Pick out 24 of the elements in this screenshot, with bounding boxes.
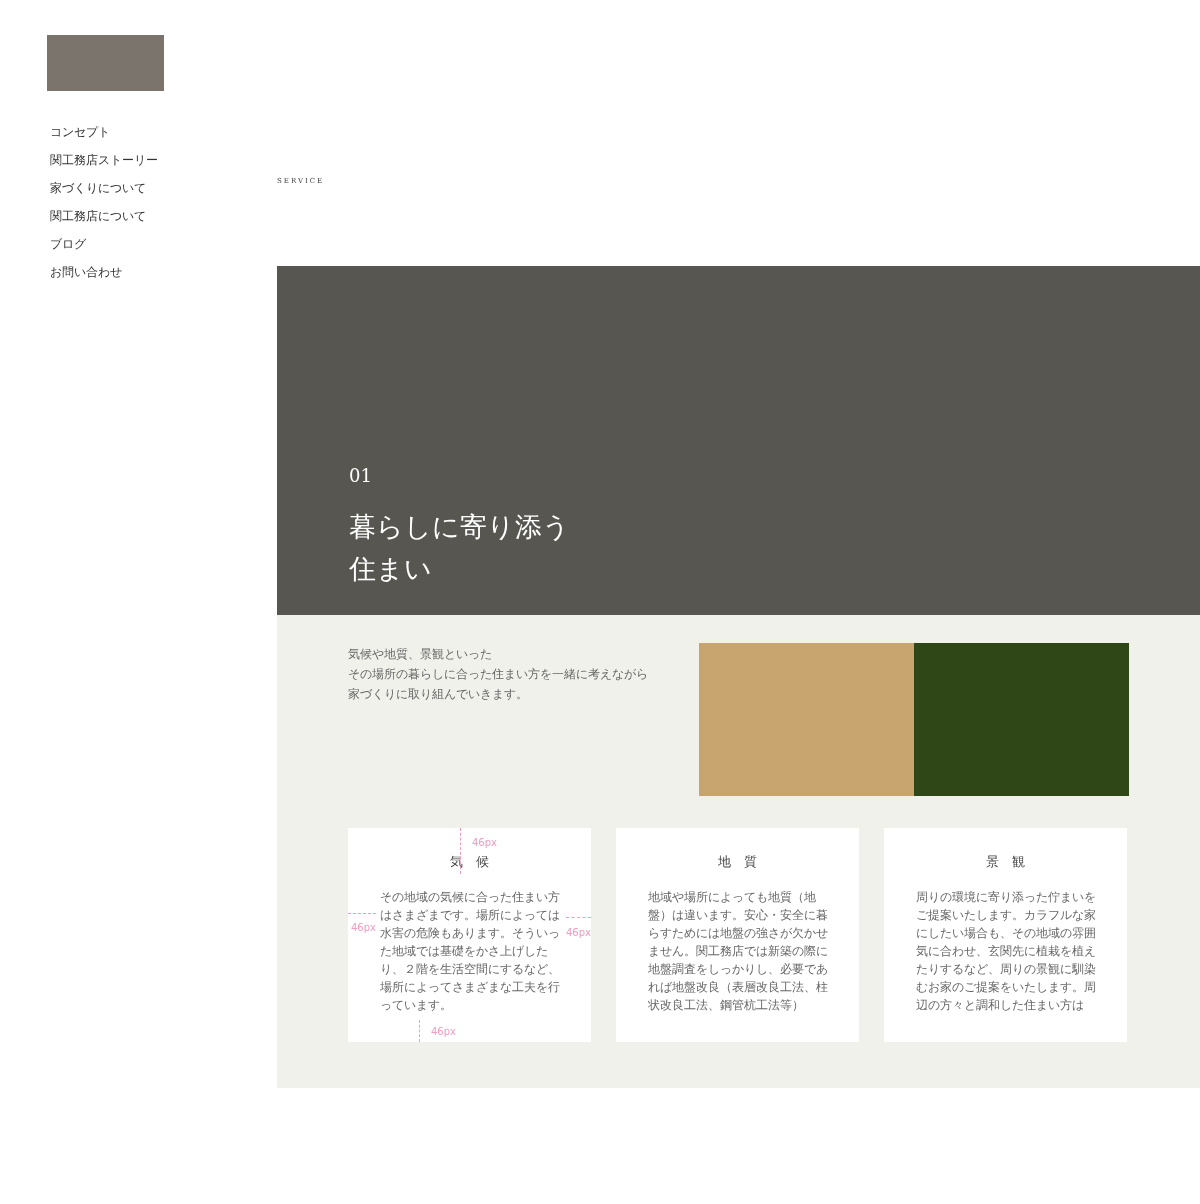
card-text: その地域の気候に合った住まい方はさまざまです。場所によっては水害の危険もあります。そういった地域では基礎をかさ上げしたり、２階を生活空間にするなど、場所によってさまざまな工夫を行っています。 <box>380 889 561 1014</box>
nav-link[interactable]: コンセプト <box>50 125 110 139</box>
dimension-line <box>348 913 376 914</box>
hero-title: 暮らしに寄り添う 住まい <box>349 510 570 586</box>
dimension-line <box>419 1020 420 1042</box>
dimension-label: 46px <box>431 1026 456 1038</box>
nav-link[interactable]: お問い合わせ <box>50 265 122 279</box>
card-text: 周りの環境に寄り添った佇まいをご提案いたします。カラフルな家にしたい場合も、その地域の雰囲気に合わせ、玄関先に植栽を植えたりするなど、周りの景観に馴染むお家のご提案をいたします。周辺の方々と調和した住まい方は <box>916 889 1097 1014</box>
dimension-label: 46px <box>351 922 376 934</box>
intro-paragraph: 気候や地質、景観といった その場所の暮らしに合った住まい方を一緒に考えながら 家づくりに取り組んでいきます。 <box>348 646 649 703</box>
nav-link[interactable]: 関工務店ストーリー <box>50 153 158 167</box>
dimension-line <box>566 917 591 918</box>
nav-link[interactable]: 関工務店について <box>50 209 146 223</box>
logo-placeholder[interactable] <box>47 35 164 91</box>
dimension-line <box>460 828 461 874</box>
dimension-label: 46px <box>566 927 591 939</box>
nav-link[interactable]: ブログ <box>50 237 86 251</box>
card-title: 景観 <box>985 854 1038 870</box>
card-title: 気候 <box>449 854 502 870</box>
dimension-label: 46px <box>472 837 497 849</box>
nav-link[interactable]: 家づくりについて <box>50 181 146 195</box>
card-text: 地域や場所によっても地質（地盤）は違います。安心・安全に暮らすためには地盤の強さが欠かせません。関工務店では新築の際に地盤調査をしっかりし、必要であれば地盤改良（表層改良工法、柱状改良工法、鋼管杭工法等） <box>648 889 829 1014</box>
section-number: 01 <box>349 464 372 488</box>
card-title: 地質 <box>717 854 770 870</box>
